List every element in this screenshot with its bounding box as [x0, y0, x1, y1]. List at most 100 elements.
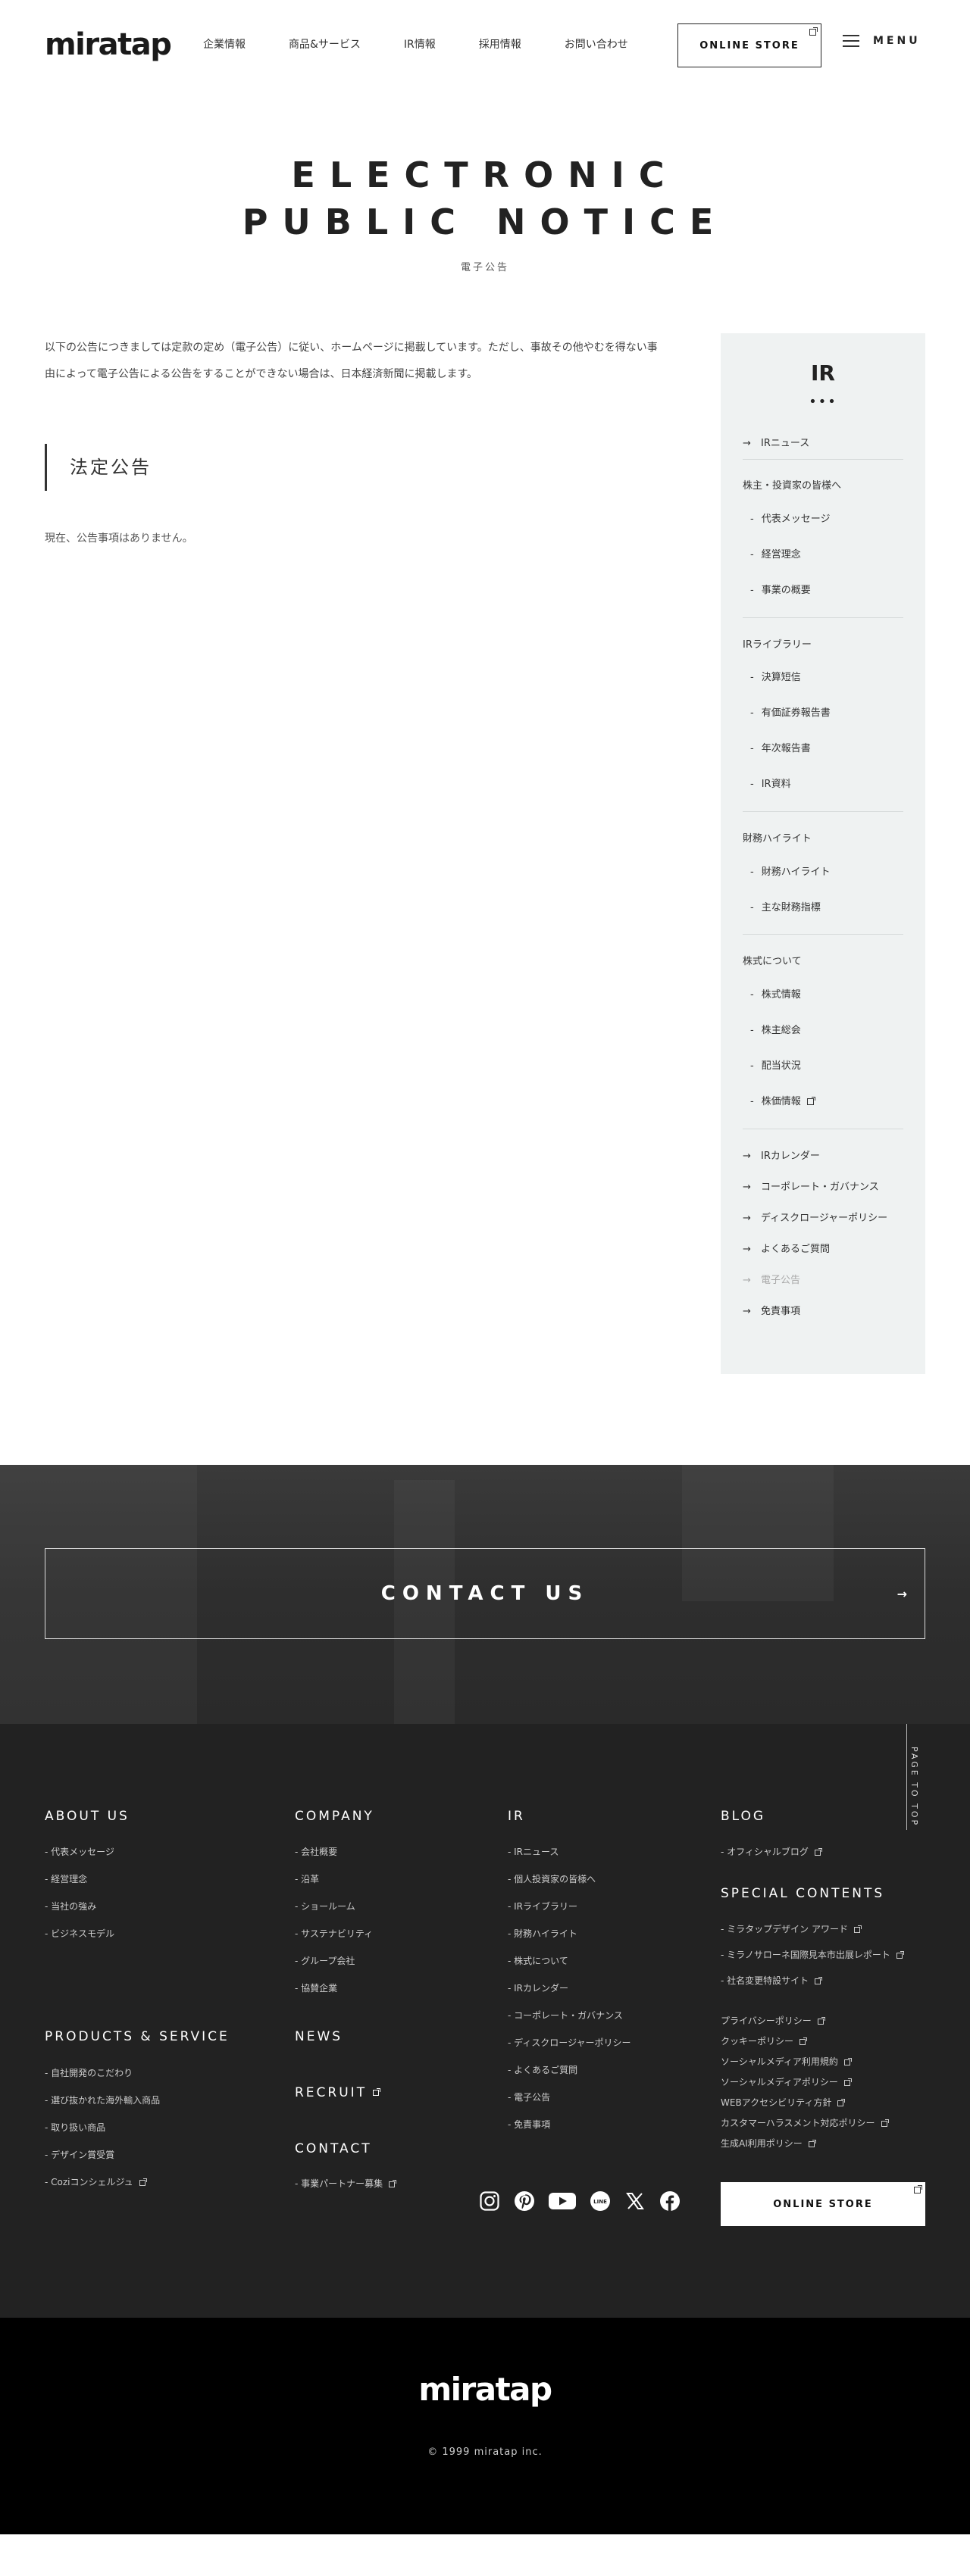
nav-company[interactable]: 企業情報 — [203, 36, 246, 53]
footer-link[interactable]: - IRカレンダー — [508, 1981, 568, 1994]
sidebar-dots: ••• — [809, 394, 837, 410]
sidebar-item-annual-report[interactable]: 年次報告書 — [750, 740, 811, 754]
sidebar-item-business-overview[interactable]: 事業の概要 — [750, 582, 811, 596]
nav-products[interactable]: 商品&サービス — [289, 36, 361, 53]
sidebar-item-shareholders-meeting[interactable]: 株主総会 — [750, 1022, 801, 1036]
footer-online-store-button[interactable]: ONLINE STORE — [721, 2182, 925, 2226]
footer-policy-harassment[interactable]: カスタマーハラスメント対応ポリシー — [721, 2116, 889, 2129]
nav-contact[interactable]: お問い合わせ — [565, 36, 628, 53]
footer-link[interactable]: - 選び抜かれた海外輸入商品 — [45, 2094, 160, 2106]
page-top-button[interactable]: PAGE TO TOP — [909, 1747, 919, 1827]
youtube-icon[interactable] — [547, 2189, 577, 2213]
sidebar-item-faq[interactable]: → よくあるご質問 — [743, 1241, 830, 1255]
footer-heading-recruit[interactable]: RECRUIT — [295, 2085, 381, 2100]
footer-heading-news[interactable]: NEWS — [295, 2029, 343, 2044]
site-logo[interactable]: miratap — [45, 26, 172, 64]
menu-label: MENU — [873, 35, 921, 47]
footer-heading-about[interactable]: ABOUT US — [45, 1809, 130, 1824]
footer-policy-accessibility[interactable]: WEBアクセシビリティ方針 — [721, 2096, 846, 2109]
pinterest-icon[interactable] — [512, 2189, 537, 2213]
sidebar-item-ir-calendar[interactable]: → IRカレンダー — [743, 1147, 820, 1162]
footer-heading-blog[interactable]: BLOG — [721, 1809, 765, 1824]
footer-link[interactable]: - 免責事項 — [508, 2118, 550, 2131]
footer-link[interactable]: - 個人投資家の皆様へ — [508, 1872, 596, 1885]
footer-link[interactable]: - IRライブラリー — [508, 1900, 577, 1912]
footer-heading-ir[interactable]: IR — [508, 1809, 525, 1824]
sidebar-item-disclosure-policy[interactable]: → ディスクロージャーポリシー — [743, 1210, 887, 1224]
footer-link[interactable]: - 電子公告 — [508, 2090, 550, 2103]
footer-link[interactable]: - 沿革 — [295, 1872, 319, 1885]
divider — [743, 934, 903, 935]
footer-link[interactable]: - 当社の強み — [45, 1900, 96, 1912]
external-link-icon — [799, 2037, 808, 2045]
footer-link[interactable]: - 経営理念 — [45, 1872, 87, 1885]
footer-policy-social-terms[interactable]: ソーシャルメディア利用規約 — [721, 2055, 852, 2068]
footer-heading-products[interactable]: PRODUCTS & SERVICE — [45, 2029, 230, 2044]
instagram-icon[interactable] — [477, 2189, 502, 2213]
footer-link[interactable]: - コーポレート・ガバナンス — [508, 2009, 623, 2022]
external-link-icon — [896, 1950, 904, 1959]
sidebar-item-earnings[interactable]: 決算短信 — [750, 669, 801, 683]
nav-recruit[interactable]: 採用情報 — [479, 36, 521, 53]
sidebar-item-financial-highlight[interactable]: 財務ハイライト — [750, 863, 831, 878]
footer-logo[interactable]: miratap — [0, 2371, 970, 2408]
line-icon[interactable]: LINE — [588, 2189, 612, 2213]
footer-policy-ai[interactable]: 生成AI利用ポリシー — [721, 2137, 816, 2150]
external-link-icon — [881, 2119, 889, 2127]
intro-line-1: 以下の公告につきましては定款の定め（電子公告）に従い、ホームページに掲載していま… — [45, 342, 658, 354]
sidebar-item-philosophy[interactable]: 経営理念 — [750, 546, 801, 560]
footer-link[interactable]: - 株式について — [508, 1954, 568, 1967]
sidebar-item-stock-price[interactable]: 株価情報 — [750, 1093, 815, 1107]
external-link-icon — [809, 27, 818, 36]
online-store-button[interactable]: ONLINE STORE — [677, 23, 821, 67]
sidebar-item-stock-info[interactable]: 株式情報 — [750, 986, 801, 1001]
sidebar-item-electronic-notice[interactable]: → 電子公告 — [743, 1272, 800, 1286]
nav-ir[interactable]: IR情報 — [404, 36, 436, 53]
contact-us-button[interactable]: CONTACT US → — [45, 1548, 925, 1639]
contact-banner: CONTACT US → — [0, 1465, 970, 1724]
footer-link[interactable]: - ショールーム — [295, 1900, 355, 1912]
footer-link[interactable]: - 財務ハイライト — [508, 1927, 577, 1940]
footer-link[interactable]: - 取り扱い商品 — [45, 2121, 105, 2134]
footer-link-partner[interactable]: - 事業パートナー募集 — [295, 2177, 397, 2190]
facebook-icon[interactable] — [658, 2189, 682, 2213]
menu-button[interactable]: MENU — [843, 33, 921, 48]
footer-link-award[interactable]: - ミラタップデザイン アワード — [721, 1922, 862, 1935]
arrow-right-icon: → — [743, 1182, 751, 1193]
footer-link-cozi[interactable]: - Coziコンシェルジュ — [45, 2175, 147, 2188]
footer-link-rename[interactable]: - 社名変更特設サイト — [721, 1974, 823, 1987]
footer-link[interactable]: - ビジネスモデル — [45, 1927, 114, 1940]
footer-link[interactable]: - グループ会社 — [295, 1954, 355, 1967]
sidebar-item-governance[interactable]: → コーポレート・ガバナンス — [743, 1179, 879, 1193]
footer-heading-company[interactable]: COMPANY — [295, 1809, 374, 1824]
sidebar-item-ir-news[interactable]: → IRニュース — [743, 435, 809, 449]
arrow-right-icon: → — [896, 1587, 914, 1601]
footer-link[interactable]: - よくあるご質問 — [508, 2063, 577, 2076]
footer-link[interactable]: - 自社開発のこだわり — [45, 2066, 133, 2079]
sidebar-item-disclaimer[interactable]: → 免責事項 — [743, 1303, 800, 1317]
footer-policy-privacy[interactable]: プライバシーポリシー — [721, 2014, 825, 2027]
sidebar-item-financial-indicators[interactable]: 主な財務指標 — [750, 899, 821, 913]
footer-link[interactable]: - デザイン賞受賞 — [45, 2148, 114, 2161]
x-icon[interactable] — [623, 2189, 647, 2213]
arrow-right-icon: → — [743, 1213, 751, 1224]
footer-link-blog[interactable]: - オフィシャルブログ — [721, 1845, 822, 1858]
sidebar-item-dividend[interactable]: 配当状況 — [750, 1057, 801, 1072]
arrow-right-icon: → — [743, 1244, 751, 1255]
footer-link[interactable]: - 協賛企業 — [295, 1981, 337, 1994]
footer-heading-contact[interactable]: CONTACT — [295, 2141, 372, 2156]
section-heading: 法定公告 — [45, 444, 152, 491]
footer-link[interactable]: - IRニュース — [508, 1845, 559, 1858]
footer-link[interactable]: - サステナビリティ — [295, 1927, 373, 1940]
footer-policy-cookie[interactable]: クッキーポリシー — [721, 2034, 808, 2047]
footer-link[interactable]: - 代表メッセージ — [45, 1845, 114, 1858]
sidebar-item-securities-report[interactable]: 有価証券報告書 — [750, 704, 831, 719]
page-title-block: ELECTRONIC PUBLIC NOTICE 電子公告 — [0, 151, 970, 273]
footer-link[interactable]: - ディスクロージャーポリシー — [508, 2036, 630, 2049]
sidebar-item-message[interactable]: 代表メッセージ — [750, 511, 831, 525]
sidebar-item-ir-materials[interactable]: IR資料 — [750, 776, 791, 790]
footer-link[interactable]: - 会社概要 — [295, 1845, 337, 1858]
sidebar-category-financial: 財務ハイライト — [743, 833, 812, 845]
footer-policy-social-media[interactable]: ソーシャルメディアポリシー — [721, 2075, 852, 2088]
footer-link-milano[interactable]: - ミラノサローネ国際見本市出展レポート — [721, 1948, 904, 1961]
